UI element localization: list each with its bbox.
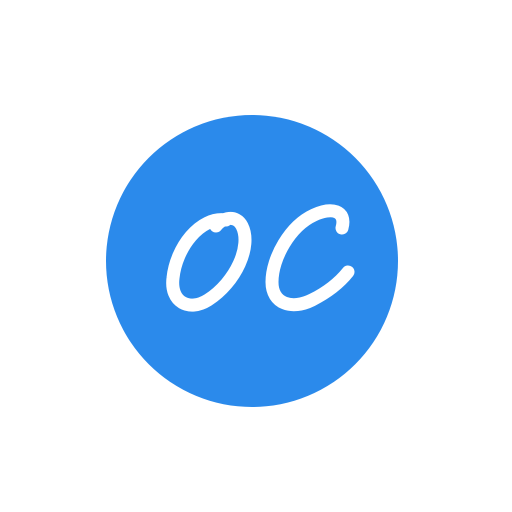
logo-circle bbox=[106, 115, 398, 407]
canvas bbox=[0, 0, 512, 512]
oc-logo bbox=[106, 115, 398, 407]
